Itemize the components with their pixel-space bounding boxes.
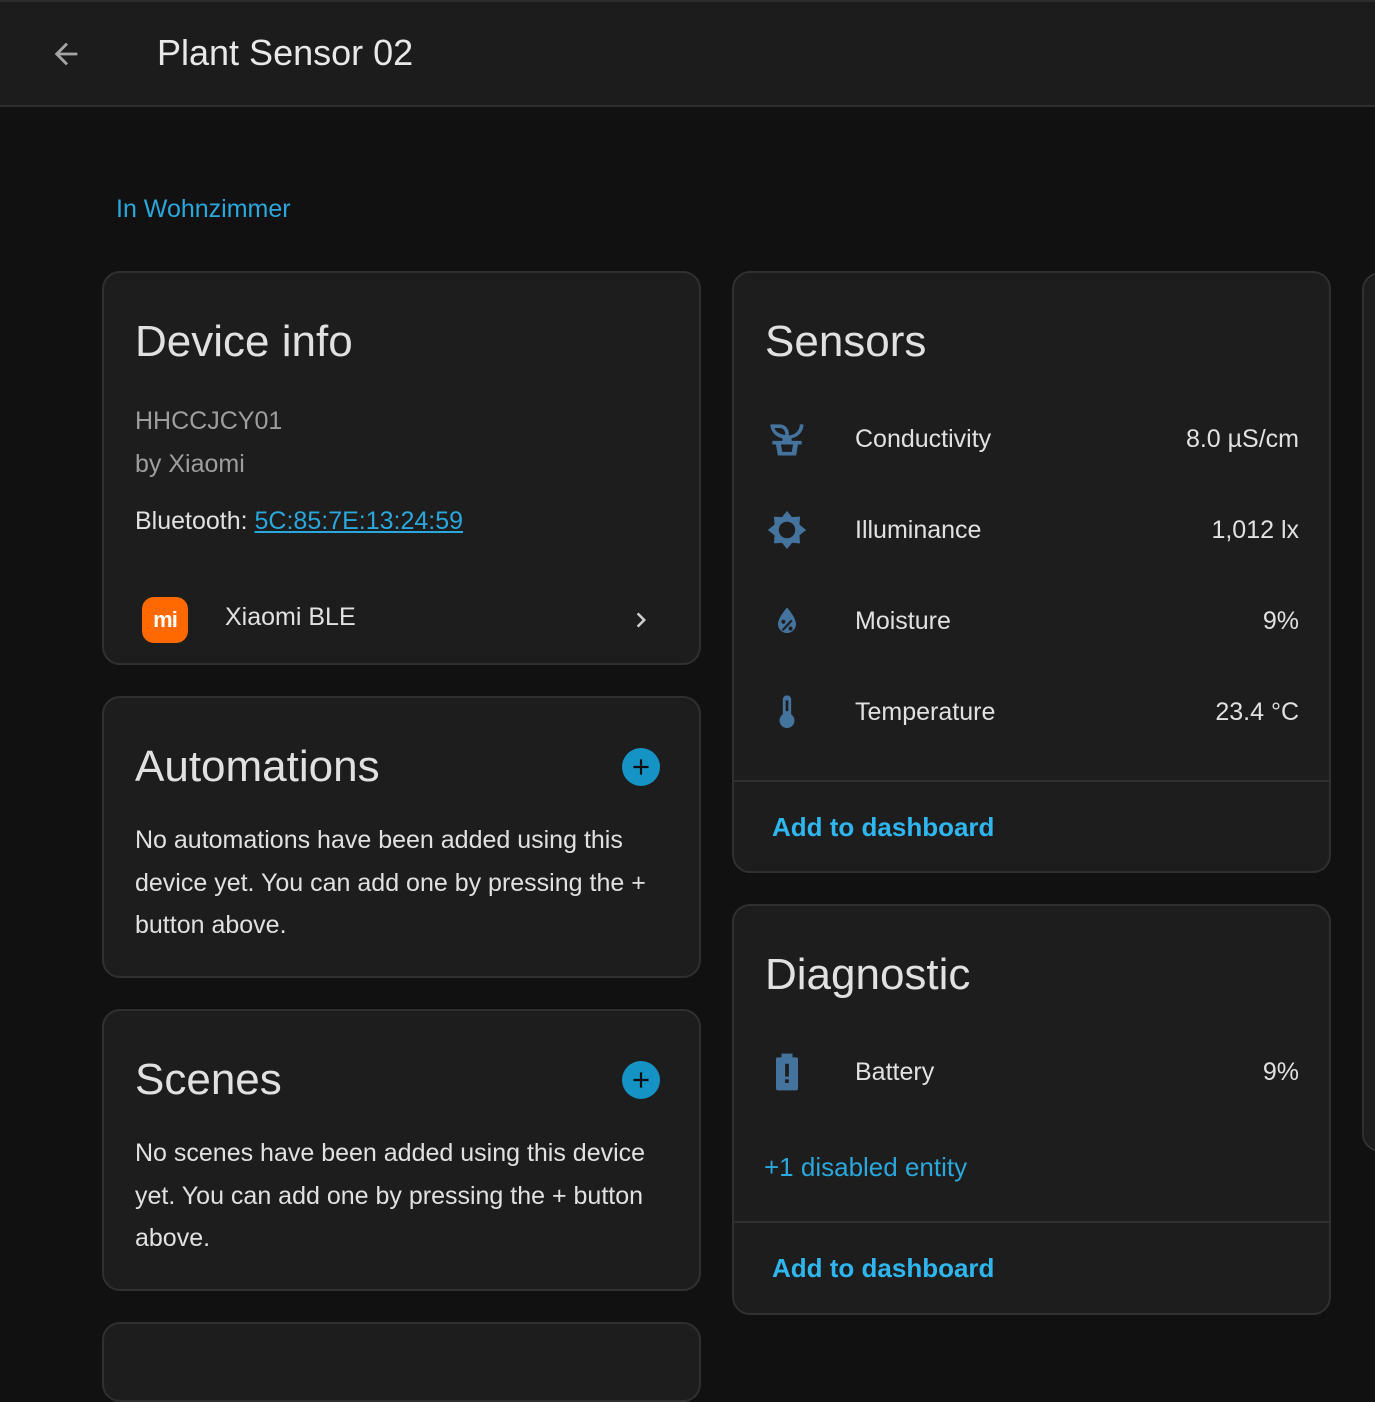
add-automation-button[interactable]: [622, 748, 660, 786]
sensor-name: Conductivity: [855, 424, 992, 453]
diagnostic-value: 9%: [1262, 1057, 1299, 1086]
page-title: Plant Sensor 02: [157, 32, 414, 73]
bluetooth-address-link[interactable]: 5C:85:7E:13:24:59: [255, 507, 464, 535]
xiaomi-logo: mi: [142, 597, 188, 643]
device-info-card: Device info HHCCJCY01 by Xiaomi Bluetoot…: [102, 271, 701, 665]
device-manufacturer: by Xiaomi: [135, 450, 245, 478]
xiaomi-logo-text: mi: [153, 607, 178, 632]
scenes-title: Scenes: [135, 1055, 282, 1104]
sensor-row-temperature[interactable]: Temperature 23.4 °C: [734, 682, 1329, 742]
diagnostic-card: Diagnostic Battery 9% +1 disabled entity…: [732, 904, 1331, 1315]
battery-alert-icon: [764, 1049, 810, 1095]
scenes-card: Scenes No scenes have been added using t…: [102, 1009, 701, 1291]
diagnostic-row-battery[interactable]: Battery 9%: [734, 1042, 1329, 1102]
sensor-value: 1,012 lx: [1211, 515, 1299, 544]
sensor-value: 9%: [1262, 606, 1299, 635]
plus-icon: [633, 1072, 649, 1088]
scenes-empty-text: No scenes have been added using this dev…: [135, 1139, 646, 1252]
brightness-icon: [764, 507, 810, 553]
sensor-row-conductivity[interactable]: Conductivity 8.0 µS/cm: [734, 409, 1329, 469]
diagnostic-title: Diagnostic: [765, 950, 971, 999]
card-divider: [734, 780, 1329, 782]
offscreen-card: [1362, 272, 1375, 1152]
sensor-name: Temperature: [855, 697, 996, 726]
diagnostic-name: Battery: [855, 1057, 935, 1086]
thermometer-icon: [764, 689, 810, 735]
integration-row[interactable]: mi Xiaomi BLE: [104, 589, 699, 649]
scripts-card: [102, 1322, 701, 1402]
disabled-entities-link[interactable]: +1 disabled entity: [764, 1152, 967, 1183]
integration-name: Xiaomi BLE: [225, 603, 356, 631]
sensors-add-to-dashboard-button[interactable]: Add to dashboard: [772, 812, 994, 843]
sensor-name: Illuminance: [855, 515, 982, 544]
chevron-right-icon: [636, 612, 646, 628]
add-scene-button[interactable]: [622, 1061, 660, 1099]
arrow-left-icon: [54, 42, 78, 66]
top-app-bar: Plant Sensor 02: [0, 0, 1375, 107]
sensor-row-moisture[interactable]: Moisture 9%: [734, 591, 1329, 651]
connection-label: Bluetooth:: [135, 507, 255, 535]
plus-icon: [633, 759, 649, 775]
automations-title: Automations: [135, 742, 380, 791]
automations-card: Automations No automations have been add…: [102, 696, 701, 978]
diagnostic-add-to-dashboard-button[interactable]: Add to dashboard: [772, 1253, 994, 1284]
sensor-row-illuminance[interactable]: Illuminance 1,012 lx: [734, 500, 1329, 560]
device-info-title: Device info: [135, 317, 353, 366]
card-divider: [734, 1221, 1329, 1223]
sensors-card: Sensors Conductivity 8.0 µS/cm Illuminan…: [732, 271, 1331, 873]
connection-row: Bluetooth: 5C:85:7E:13:24:59: [135, 507, 463, 536]
sensors-title: Sensors: [765, 317, 927, 366]
area-link[interactable]: In Wohnzimmer: [116, 195, 291, 224]
sensor-value: 23.4 °C: [1215, 697, 1299, 726]
automations-empty-text: No automations have been added using thi…: [135, 826, 646, 939]
water-percent-icon: [764, 598, 810, 644]
back-button[interactable]: [42, 30, 90, 78]
sensor-name: Moisture: [855, 606, 951, 635]
sprout-icon: [764, 416, 810, 462]
sensor-value: 8.0 µS/cm: [1185, 424, 1299, 453]
device-model: HHCCJCY01: [135, 407, 283, 435]
